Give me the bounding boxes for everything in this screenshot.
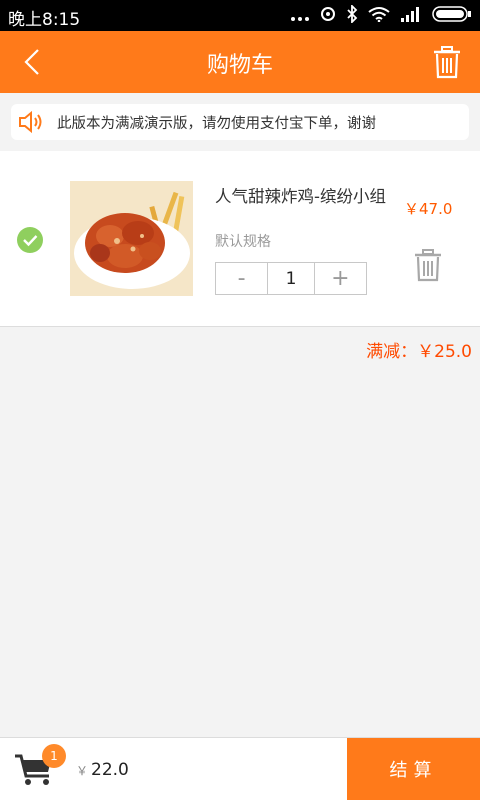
speaker-icon [19,110,42,134]
trash-icon [415,249,441,282]
product-price: ￥47.0 [404,200,453,218]
clear-cart-button[interactable] [432,45,462,79]
notice-text: 此版本为满减演示版，请勿使用支付宝下单，谢谢 [57,116,376,132]
cart-item: 人气甜辣炸鸡-缤纷小组 ￥47.0 默认规格 - 1 + [0,151,480,327]
quantity-stepper: - 1 + [215,262,367,295]
status-time: 晚上8:15 [8,10,81,30]
total-amount: 22.0 [91,760,129,780]
checkmark-icon [23,235,38,247]
trash-icon [434,46,460,79]
sync-icon [320,6,336,26]
notice-banner: 此版本为满减演示版，请勿使用支付宝下单，谢谢 [11,104,469,140]
notice-area: 此版本为满减演示版，请勿使用支付宝下单，谢谢 [0,93,480,151]
quantity-value[interactable]: 1 [267,263,315,294]
signal-icon [400,6,422,26]
page-title: 购物车 [206,53,273,78]
status-icons [290,3,472,28]
bluetooth-icon [346,3,358,27]
delete-item-button[interactable] [414,248,442,282]
currency-symbol: ￥ [76,764,89,778]
discount-text: 满减：￥25.0 [366,342,472,362]
bottom-bar: 1 ￥ 22.0 结算 [0,737,480,800]
product-spec: 默认规格 [215,234,271,250]
battery-icon [432,5,472,27]
total-price: ￥ 22.0 [76,760,129,780]
more-dots-icon [290,7,310,26]
product-name: 人气甜辣炸鸡-缤纷小组 [215,187,386,206]
decrease-quantity-button[interactable]: - [216,263,267,294]
status-bar: 晚上8:15 [0,0,480,31]
app-header: 购物车 [0,31,480,93]
checkout-button[interactable]: 结算 [347,738,480,800]
cart-count-badge: 1 [42,744,66,768]
item-select-checkbox[interactable] [17,227,43,253]
wifi-icon [368,6,390,26]
increase-quantity-button[interactable]: + [315,263,366,294]
product-image[interactable] [70,181,193,296]
